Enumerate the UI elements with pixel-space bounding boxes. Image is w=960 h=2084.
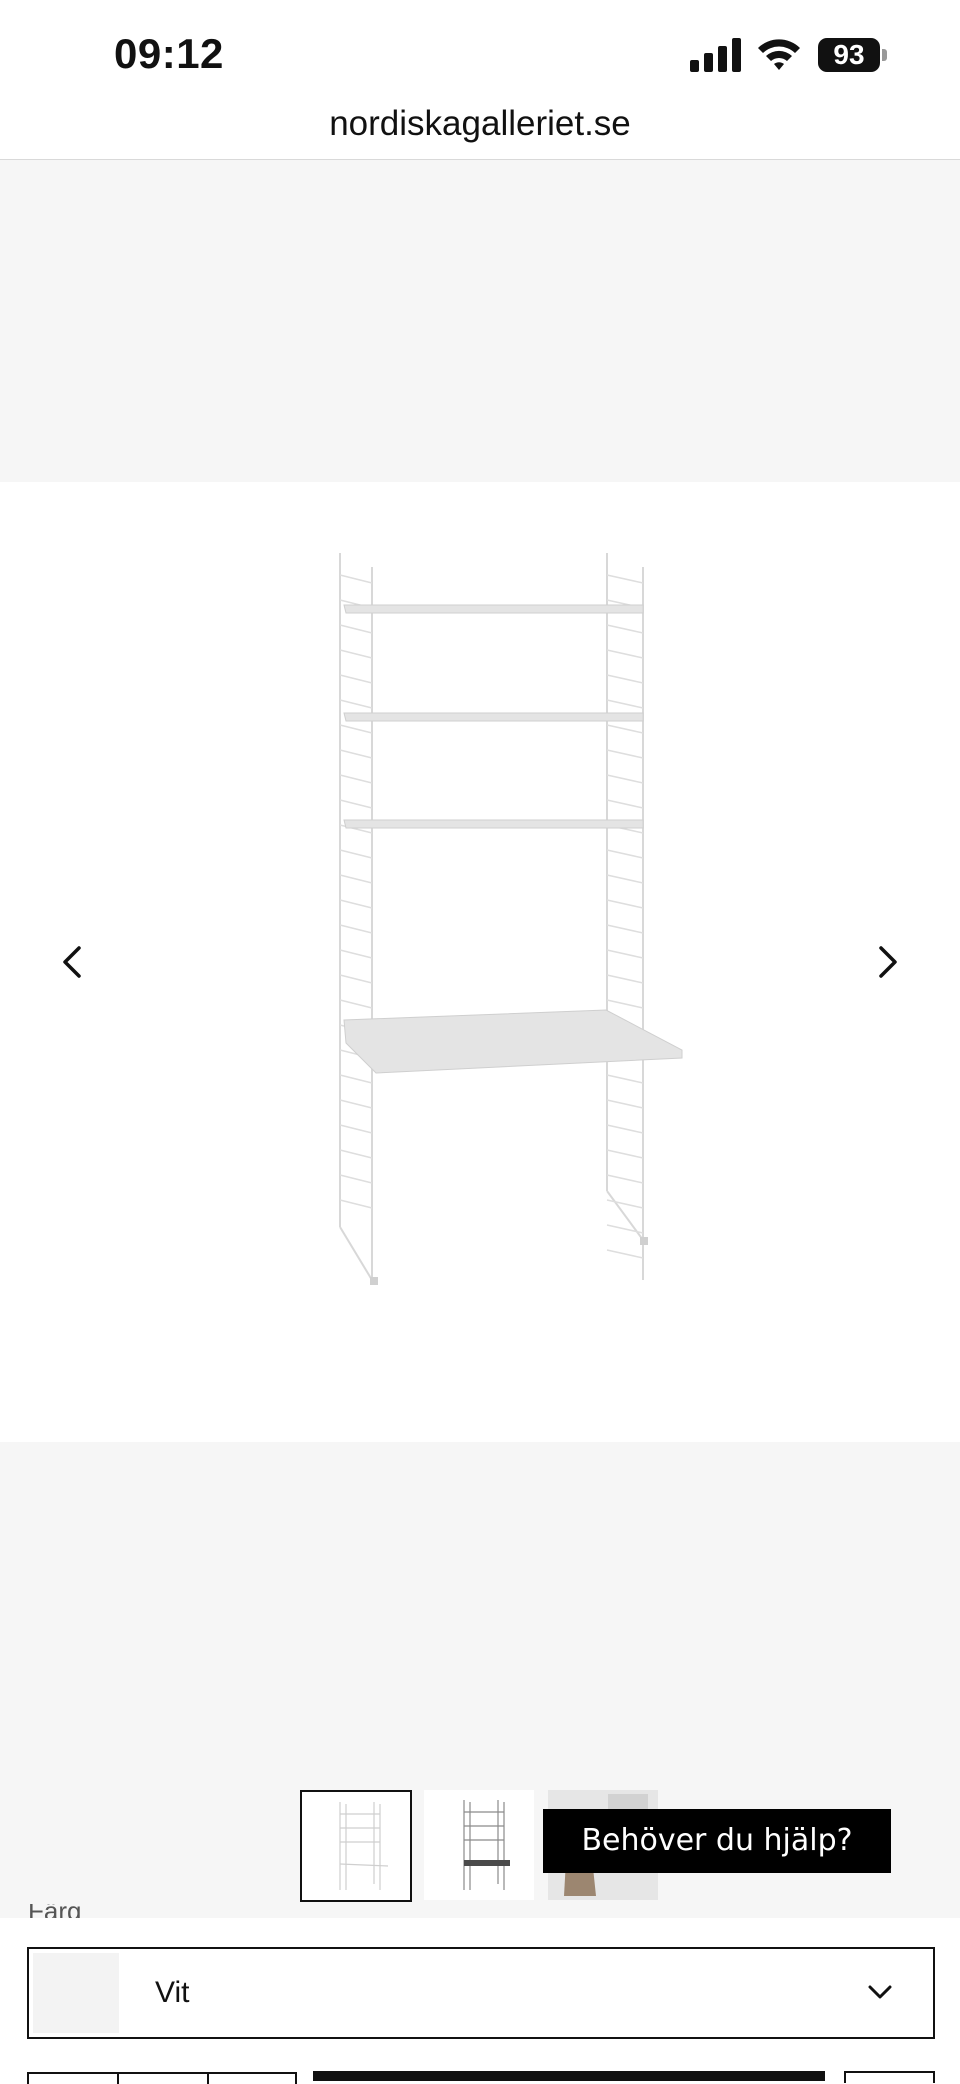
top-panel	[0, 160, 960, 482]
thumbnail-white-desk[interactable]	[300, 1790, 412, 1902]
chevron-down-icon	[868, 1985, 892, 1999]
quantity-stepper[interactable]	[27, 2072, 297, 2084]
quantity-divider	[207, 2074, 209, 2084]
signal-icon	[690, 38, 741, 72]
color-select[interactable]: Vit	[27, 1947, 935, 2039]
battery-icon: 93	[818, 38, 880, 72]
color-label: Färg	[28, 1904, 81, 1918]
gallery-next-button[interactable]	[858, 932, 918, 992]
url-bar[interactable]: nordiskagalleriet.se	[0, 96, 960, 158]
wifi-icon	[758, 39, 800, 70]
help-button[interactable]: Behöver du hjälp?	[543, 1809, 891, 1873]
chevron-left-icon	[63, 946, 81, 978]
status-time: 09:12	[114, 30, 224, 77]
wishlist-button[interactable]	[844, 2071, 935, 2083]
battery-nub	[882, 49, 887, 61]
product-image	[339, 553, 683, 1285]
quantity-divider	[117, 2074, 119, 2084]
thumbnail-dark-desk[interactable]	[424, 1790, 534, 1900]
color-select-value: Vit	[155, 1976, 190, 2009]
status-bar: 09:12 93 nordiskagalleriet.se	[0, 0, 960, 143]
add-to-cart-button[interactable]	[313, 2071, 825, 2081]
chevron-right-icon	[879, 946, 897, 978]
color-swatch	[33, 1953, 119, 2033]
thumbnail-dark-desk-image	[463, 1800, 510, 1890]
thumbnail-white-desk-image	[339, 1802, 389, 1890]
gallery-prev-button[interactable]	[42, 932, 102, 992]
